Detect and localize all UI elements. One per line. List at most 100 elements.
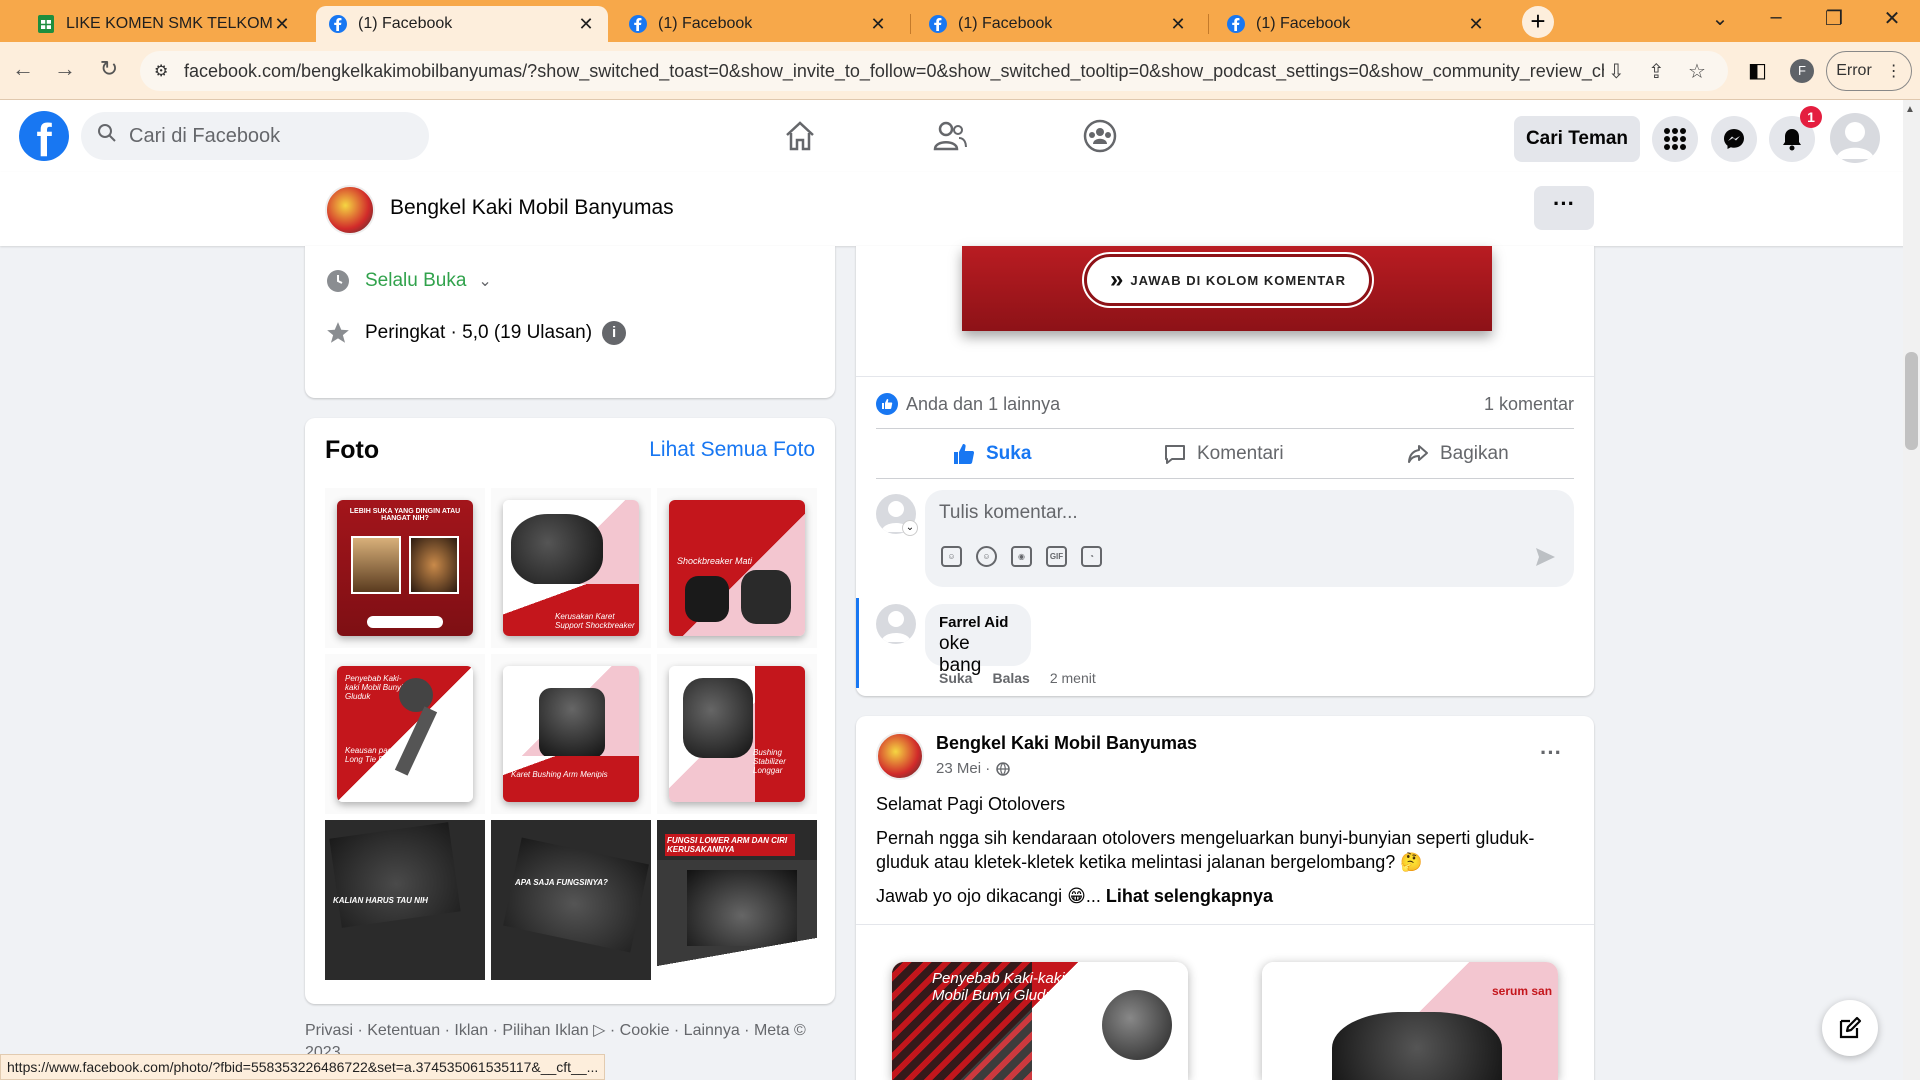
tab-search-icon[interactable]: ⌄	[1700, 6, 1740, 31]
photo-thumbnail[interactable]: Penyebab Kaki-kaki Mobil Bunyi Gluduk Ke…	[325, 654, 485, 814]
facebook-header: f Cari di Facebook Cari Teman	[0, 100, 1920, 172]
reload-icon[interactable]: ↻	[94, 56, 124, 82]
back-icon[interactable]: ←	[8, 56, 38, 82]
scrollbar-thumb[interactable]	[1905, 352, 1918, 450]
close-icon[interactable]: ✕	[1168, 14, 1188, 35]
compose-icon	[1839, 1016, 1862, 1039]
divider	[876, 478, 1574, 479]
scroll-up-icon[interactable]: ▲	[1905, 104, 1915, 115]
site-info-icon[interactable]: ⚙	[154, 61, 168, 81]
more-options-button[interactable]: ···	[1534, 186, 1594, 230]
photo-thumbnail[interactable]: Bushing Stabilizer Longgar	[657, 654, 817, 814]
send-icon[interactable]	[1534, 546, 1556, 568]
close-icon[interactable]: ✕	[576, 14, 596, 35]
close-icon[interactable]: ✕	[868, 14, 888, 35]
comment-count[interactable]: 1 komentar	[1484, 394, 1574, 415]
chevron-down-icon[interactable]: ⌄	[478, 271, 491, 291]
post-author-name[interactable]: Bengkel Kaki Mobil Banyumas	[936, 733, 1197, 754]
facebook-icon	[629, 15, 647, 33]
sticker-icon[interactable]: ◔	[1081, 546, 1102, 567]
search-input[interactable]: Cari di Facebook	[81, 112, 429, 160]
photo-thumbnail[interactable]: Kerusakan Karet Support Shockbreaker	[491, 488, 651, 648]
account-avatar[interactable]	[1830, 113, 1880, 163]
rating-row: Peringkat · 5,0 (19 Ulasan) i	[325, 320, 627, 346]
comment-time[interactable]: 2 menit	[1050, 670, 1096, 686]
photo-caption: KALIAN HARUS TAU NIH	[333, 896, 428, 905]
address-bar[interactable]: ⚙ facebook.com/bengkelkakimobilbanyumas/…	[140, 51, 1728, 91]
bookmark-star-icon[interactable]: ☆	[1688, 59, 1706, 84]
comment-tools: ☺ ☺ ◉ GIF ◔	[941, 546, 1102, 567]
new-tab-button[interactable]: +	[1522, 6, 1554, 38]
reactions-summary[interactable]: Anda dan 1 lainnya	[906, 394, 1060, 415]
share-button[interactable]: Bagikan	[1406, 438, 1509, 470]
post-image[interactable]: serum san	[1262, 962, 1558, 1080]
error-button[interactable]: Error ⋮	[1826, 51, 1912, 91]
comment-button[interactable]: Komentari	[1163, 438, 1284, 470]
tab-sheets[interactable]: LIKE KOMEN SMK TELKOM 202 ✕	[24, 6, 304, 42]
find-friends-button[interactable]: Cari Teman	[1514, 116, 1640, 162]
image-part	[1102, 990, 1172, 1060]
chevron-down-icon[interactable]: ⌄	[902, 520, 918, 536]
comment-label: Komentari	[1197, 443, 1284, 464]
post-more-options-icon[interactable]: ···	[1540, 740, 1562, 766]
post-date[interactable]: 23 Mei ·	[936, 760, 990, 777]
install-icon[interactable]: ⇩	[1608, 59, 1625, 84]
page-avatar[interactable]	[325, 185, 375, 235]
info-icon[interactable]: i	[602, 321, 627, 345]
see-more-link[interactable]: Lihat selengkapnya	[1106, 886, 1273, 906]
photo-thumbnail[interactable]: FUNGSI LOWER ARM DAN CIRI KERUSAKANNYA	[657, 820, 817, 980]
minimize-icon[interactable]: –	[1756, 6, 1796, 29]
url-text: facebook.com/bengkelkakimobilbanyumas/?s…	[184, 60, 1604, 81]
side-panel-icon[interactable]: ◧	[1748, 58, 1767, 83]
tab-facebook-2[interactable]: (1) Facebook ✕	[616, 6, 900, 42]
facebook-icon	[329, 15, 347, 33]
post-image-banner[interactable]: » JAWAB DI KOLOM KOMENTAR	[962, 246, 1492, 331]
apps-menu-icon[interactable]	[1652, 116, 1698, 162]
maximize-icon[interactable]: ❐	[1814, 6, 1854, 31]
photo-caption: APA SAJA FUNGSINYA?	[515, 878, 608, 887]
tab-separator	[910, 14, 911, 34]
photo-thumbnail[interactable]: Karet Bushing Arm Menipis	[491, 654, 651, 814]
emoji-icon[interactable]: ☺	[976, 546, 997, 567]
post-image[interactable]: Penyebab Kaki-kaki Mobil Bunyi Gluduk	[892, 962, 1188, 1080]
photo-caption: Kerusakan Karet Support Shockbreaker	[555, 612, 635, 630]
page-scrollbar[interactable]	[1903, 100, 1920, 1080]
avatar-sticker-icon[interactable]: ☺	[941, 546, 962, 567]
commenter-name[interactable]: Farrel Aid	[939, 614, 1017, 631]
close-icon[interactable]: ✕	[1466, 14, 1486, 35]
groups-icon[interactable]	[1080, 116, 1120, 156]
page-title[interactable]: Bengkel Kaki Mobil Banyumas	[390, 196, 674, 220]
messenger-icon[interactable]	[1711, 116, 1757, 162]
home-icon[interactable]	[780, 116, 820, 156]
profile-avatar[interactable]: F	[1790, 59, 1814, 83]
gif-icon[interactable]: GIF	[1046, 546, 1067, 567]
commenter-avatar[interactable]	[876, 604, 916, 644]
status-bar-url: https://www.facebook.com/photo/?fbid=558…	[0, 1054, 606, 1080]
friends-icon[interactable]	[930, 116, 970, 156]
new-message-button[interactable]	[1822, 1000, 1878, 1056]
see-all-photos-link[interactable]: Lihat Semua Foto	[649, 438, 815, 462]
facebook-logo-icon[interactable]: f	[19, 111, 69, 161]
photo-thumbnail[interactable]: APA SAJA FUNGSINYA?	[491, 820, 651, 980]
close-icon[interactable]: ✕	[272, 14, 292, 35]
double-chevron-icon: »	[1110, 266, 1125, 293]
photo-thumbnail[interactable]: Shockbreaker Mati	[657, 488, 817, 648]
post-author-avatar[interactable]	[876, 732, 924, 780]
divider	[876, 428, 1574, 429]
photo-thumbnail[interactable]: KALIAN HARUS TAU NIH	[325, 820, 485, 980]
share-icon[interactable]: ⇪	[1648, 59, 1665, 84]
photo-thumbnail[interactable]: LEBIH SUKA YANG DINGIN ATAU HANGAT NIH?	[325, 488, 485, 648]
tab-facebook-4[interactable]: (1) Facebook ✕	[1214, 6, 1498, 42]
forward-icon[interactable]: →	[50, 56, 80, 82]
camera-icon[interactable]: ◉	[1011, 546, 1032, 567]
tab-separator	[1208, 14, 1209, 34]
like-button[interactable]: Suka	[952, 438, 1031, 470]
comment-like-link[interactable]: Suka	[939, 670, 972, 686]
comment-input[interactable]: Tulis komentar... ☺ ☺ ◉ GIF ◔	[925, 490, 1574, 587]
window-close-icon[interactable]: ✕	[1872, 6, 1912, 31]
tab-facebook-active[interactable]: (1) Facebook ✕	[316, 6, 608, 42]
tab-facebook-3[interactable]: (1) Facebook ✕	[916, 6, 1200, 42]
hours-row[interactable]: Selalu Buka ⌄	[325, 268, 492, 294]
photo-iced-coffee	[351, 536, 401, 594]
comment-reply-link[interactable]: Balas	[992, 670, 1029, 686]
